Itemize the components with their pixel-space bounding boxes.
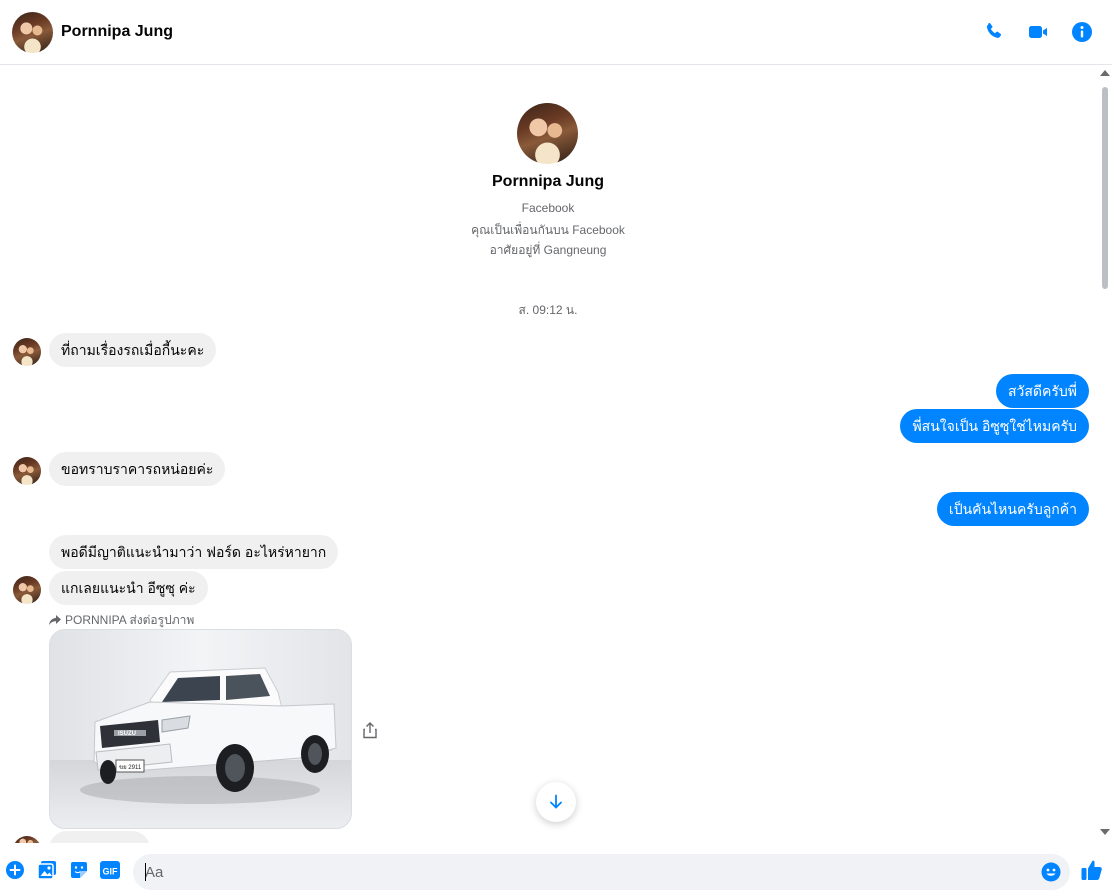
incoming-message[interactable]: ที่ถามเรื่องรถเมื่อกี้นะคะ — [49, 333, 217, 367]
pickup-truck-illustration: ISUZU ขย 2911 — [50, 630, 351, 828]
message-composer: GIF — [0, 843, 1112, 895]
svg-text:GIF: GIF — [103, 867, 119, 877]
forwarded-car-photo[interactable]: ISUZU ขย 2911 — [49, 629, 352, 829]
scrollbar-thumb[interactable] — [1102, 87, 1108, 289]
sticker-icon[interactable] — [69, 860, 89, 880]
sender-avatar[interactable] — [13, 576, 41, 604]
message-timestamp: ส. 09:12 น. — [518, 303, 578, 317]
incoming-message-partial[interactable] — [49, 831, 150, 843]
message-list[interactable]: Pornnipa Jung Facebook คุณเป็นเพื่อนกันบ… — [0, 66, 1112, 843]
text-caret — [145, 863, 146, 881]
emoji-icon[interactable] — [1041, 862, 1061, 882]
outgoing-message[interactable]: สวัสดีครับพี่ — [995, 374, 1089, 408]
sender-avatar[interactable] — [13, 457, 41, 485]
arrow-down-icon — [550, 794, 562, 809]
outgoing-message[interactable]: พี่สนใจเป็น อิซูซุใช่ไหมครับ — [900, 409, 1089, 443]
forwarded-label: PORNNIPA ส่งต่อรูปภาพ — [49, 611, 194, 630]
phone-icon[interactable] — [982, 20, 1006, 44]
profile-avatar[interactable] — [517, 103, 578, 164]
profile-location: อาศัยอยู่ที่ Gangneung — [489, 243, 607, 257]
sender-avatar[interactable] — [13, 836, 41, 843]
scroll-up-arrow[interactable] — [1100, 70, 1110, 76]
profile-source: Facebook — [521, 201, 575, 215]
photo-gallery-icon[interactable] — [37, 860, 57, 880]
incoming-message[interactable]: แกเลยแนะนำ อีซูซุ ค่ะ — [49, 571, 208, 605]
scrollbar[interactable] — [1098, 66, 1112, 843]
profile-friend-status: คุณเป็นเพื่อนกันบน Facebook — [471, 223, 625, 237]
forwarded-label-text: PORNNIPA ส่งต่อรูปภาพ — [65, 613, 195, 627]
info-icon[interactable] — [1070, 20, 1094, 44]
more-actions-plus-icon[interactable] — [5, 860, 25, 880]
video-camera-icon[interactable] — [1026, 20, 1050, 44]
incoming-message[interactable]: ขอทราบราคารถหน่อยค่ะ — [49, 452, 226, 486]
forward-arrow-icon — [49, 615, 61, 625]
conversation-header: Pornnipa Jung — [0, 0, 1112, 65]
gif-icon[interactable]: GIF — [100, 860, 120, 880]
sender-avatar[interactable] — [13, 338, 41, 366]
scroll-to-bottom-button[interactable] — [536, 782, 576, 822]
svg-text:ขย 2911: ขย 2911 — [119, 765, 142, 771]
thumbs-up-icon[interactable] — [1080, 858, 1104, 882]
profile-name[interactable]: Pornnipa Jung — [0, 173, 1096, 191]
incoming-message[interactable]: พอดีมีญาติแนะนำมาว่า ฟอร์ด อะไหร่หายาก — [49, 535, 339, 569]
share-icon[interactable] — [362, 721, 378, 739]
scroll-down-arrow[interactable] — [1100, 829, 1110, 835]
contact-name[interactable]: Pornnipa Jung — [61, 23, 173, 41]
message-input[interactable] — [133, 854, 1070, 890]
outgoing-message[interactable]: เป็นคันไหนครับลูกค้า — [936, 492, 1089, 526]
contact-avatar[interactable] — [12, 12, 53, 53]
svg-text:ISUZU: ISUZU — [118, 731, 136, 737]
